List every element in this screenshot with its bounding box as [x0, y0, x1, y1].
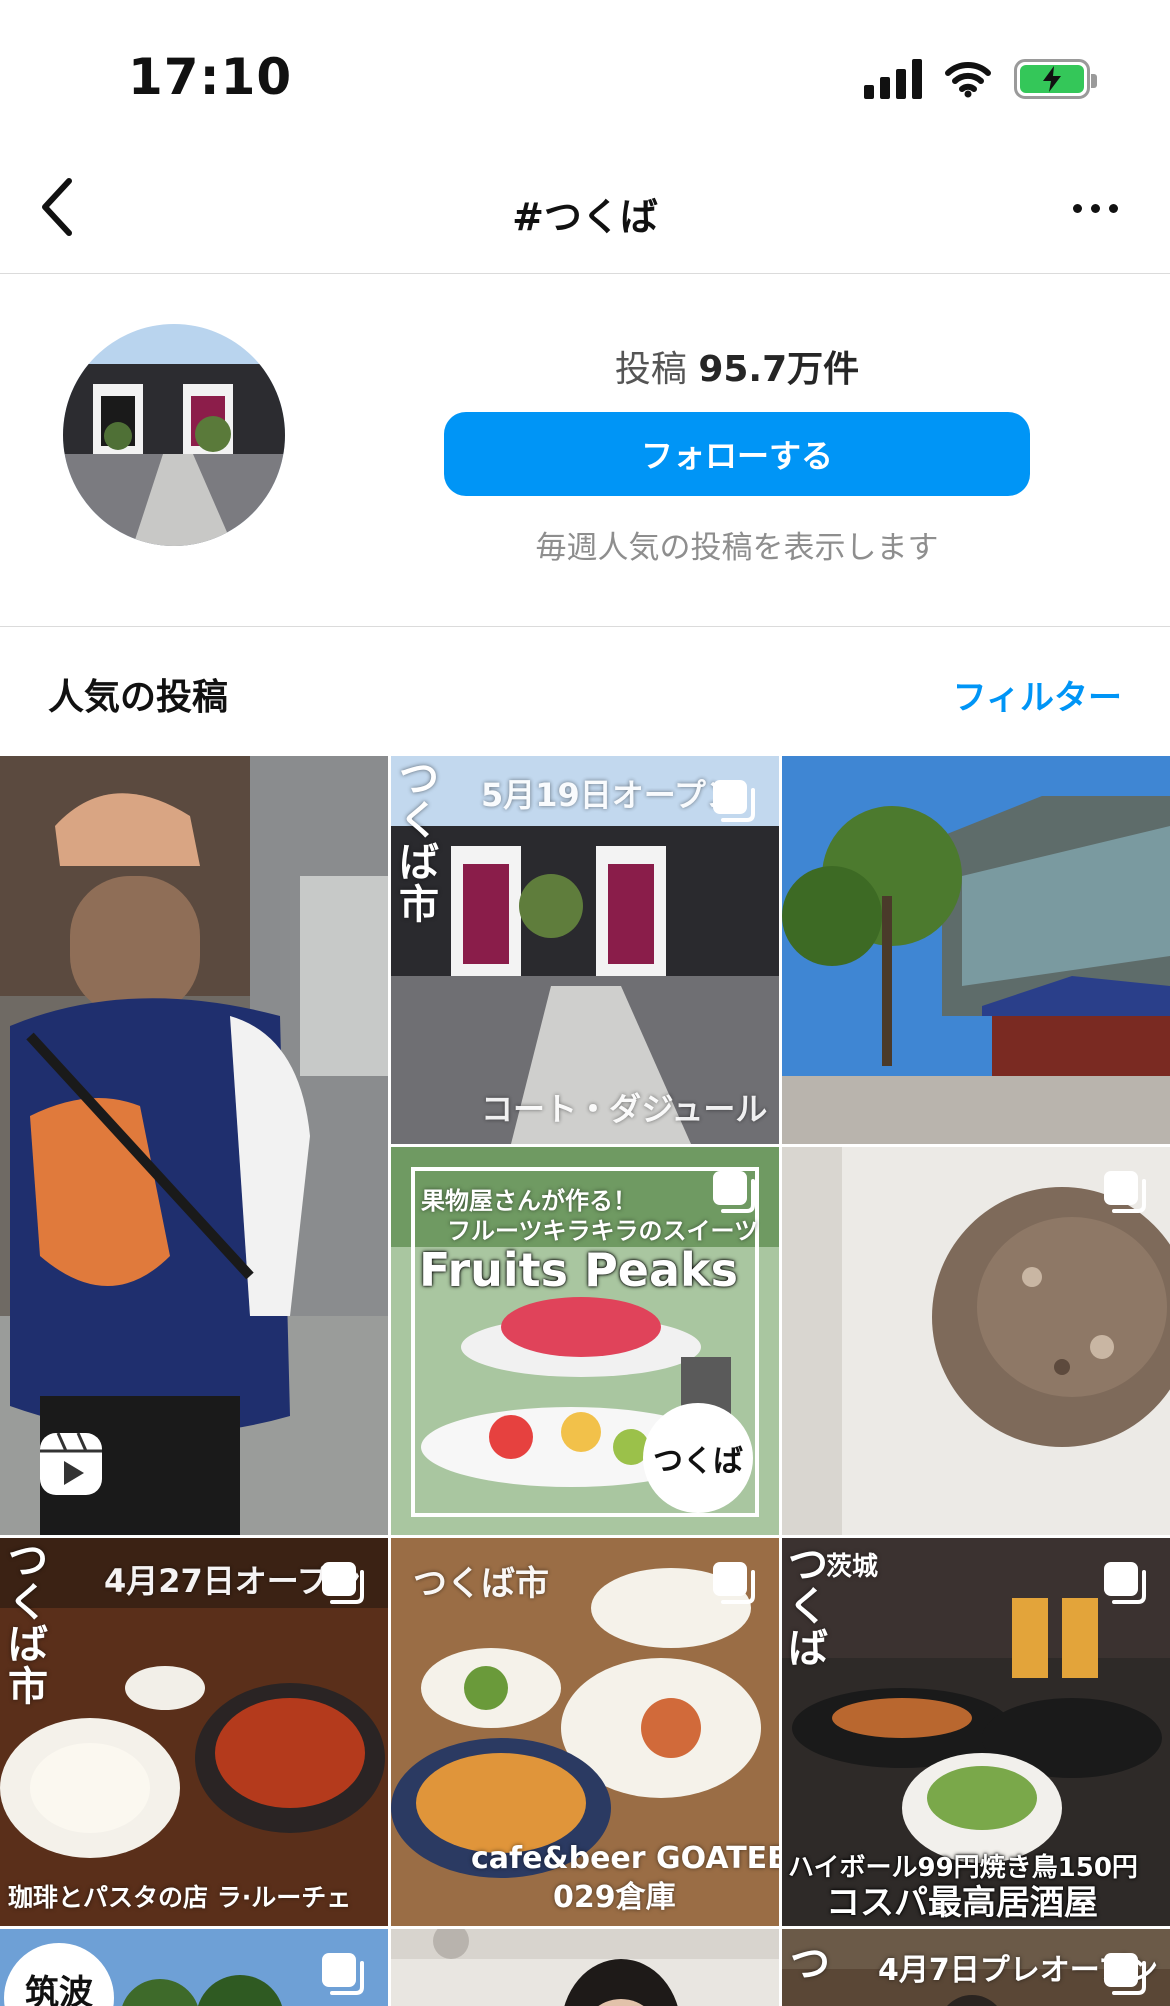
follow-subtitle: 毎週人気の投稿を表示します — [535, 530, 939, 566]
carousel-icon — [322, 1562, 364, 1604]
vertical-caption: つくば — [788, 1542, 828, 1672]
carousel-icon — [1104, 1953, 1146, 1995]
post-tile-10[interactable]: 筑波 — [0, 1929, 388, 2006]
carousel-icon — [713, 780, 755, 822]
section-title: 人気の投稿 — [48, 677, 229, 718]
caption-line2: フルーツキラキラのスイーツ — [447, 1217, 759, 1245]
top-posts-header: 人気の投稿 フィルター — [0, 628, 1170, 754]
carousel-icon — [322, 1953, 364, 1995]
post-tile-11[interactable] — [391, 1929, 779, 2006]
carousel-icon — [1104, 1171, 1146, 1213]
post-tile-2[interactable]: つくば市 5月19日オープン コート・ダジュール — [391, 756, 779, 1144]
filter-button[interactable]: フィルター — [953, 670, 1122, 719]
page-title: #つくば — [512, 195, 658, 239]
carousel-icon — [1104, 1562, 1146, 1604]
caption-bottom: コート・ダジュール — [481, 1090, 768, 1128]
vertical-caption: つ — [790, 1941, 830, 1987]
vertical-caption: つくば市 — [8, 1538, 48, 1710]
carousel-icon — [713, 1171, 755, 1213]
battery-icon — [1014, 59, 1097, 99]
reels-icon — [40, 1432, 102, 1495]
nav-bar: #つくば — [0, 150, 1170, 274]
wifi-icon — [945, 62, 991, 98]
post-tile-5[interactable]: 果物屋さんが作る！ フルーツキラキラのスイーツ Fruits Peaks つくば — [391, 1147, 779, 1535]
posts-count: 投稿 95.7万件 — [614, 349, 860, 390]
hashtag-header: 投稿 95.7万件 フォローする 毎週人気の投稿を表示します — [0, 274, 1170, 627]
more-options-button[interactable] — [1060, 180, 1130, 236]
caption-bottom-2: コスパ最高居酒屋 — [826, 1883, 1098, 1923]
post-tile-7[interactable]: つくば市 4月27日オープン 珈琲とパスタの店 ラ·ルーチェ — [0, 1538, 388, 1926]
post-tile-3[interactable] — [782, 756, 1170, 1144]
caption-top: つくば市 — [413, 1564, 549, 1604]
vertical-caption: つくば市 — [399, 756, 439, 928]
post-tile-12[interactable]: つ 4月7日プレオープン — [782, 1929, 1170, 2006]
caption-title: Fruits Peaks — [419, 1243, 738, 1297]
post-tile-1[interactable] — [0, 756, 388, 1535]
post-tile-6[interactable] — [782, 1147, 1170, 1535]
cellular-signal-icon — [864, 59, 922, 99]
hashtag-avatar — [63, 324, 285, 546]
caption-bottom: 珈琲とパスタの店 ラ·ルーチェ — [8, 1883, 352, 1912]
post-tile-9[interactable]: 茨城 つくば ハイボール99円焼き鳥150円 コスパ最高居酒屋 — [782, 1538, 1170, 1926]
posts-grid: つくば市 5月19日オープン コート・ダジュール 果物屋さんが作る！ フルーツキ… — [0, 756, 1170, 2006]
status-icons — [864, 56, 1097, 102]
caption-bottom-2: 029倉庫 — [553, 1880, 676, 1915]
carousel-icon — [713, 1562, 755, 1604]
caption-badge: つくば — [643, 1403, 753, 1513]
follow-button[interactable]: フォローする — [444, 412, 1030, 496]
post-tile-8[interactable]: つくば市 cafe&beer GOATEE 029倉庫 — [391, 1538, 779, 1926]
status-bar: 17:10 — [0, 0, 1170, 150]
status-time: 17:10 — [128, 48, 293, 106]
caption-top: 5月19日オープン — [481, 776, 738, 814]
caption-bottom-1: cafe&beer GOATEE — [471, 1841, 779, 1876]
